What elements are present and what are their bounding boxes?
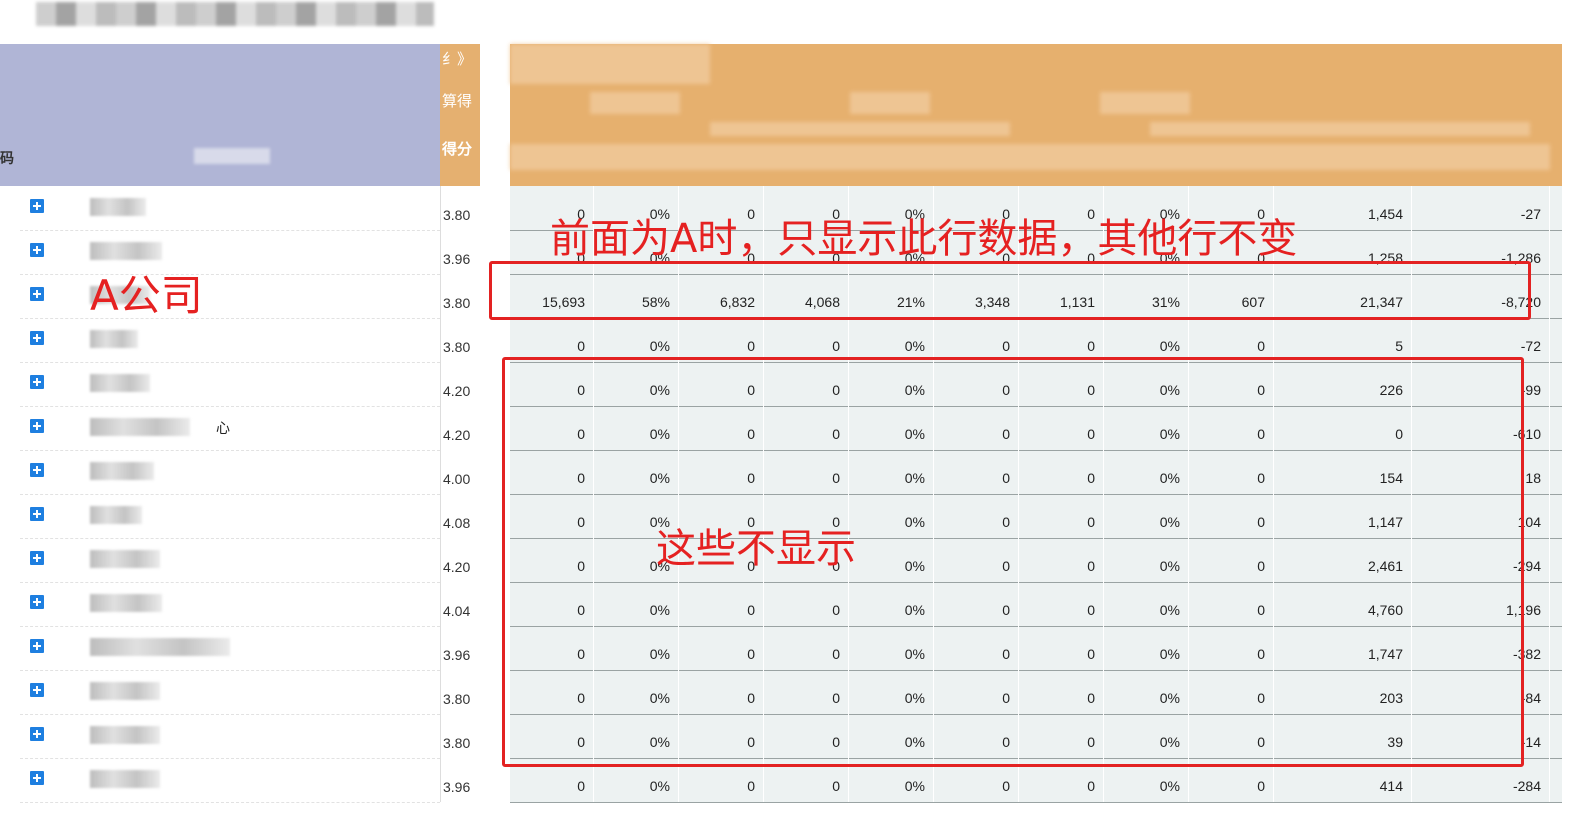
blurred-name-column-header xyxy=(194,148,270,164)
blurred-company-name xyxy=(90,506,142,524)
expand-plus-icon[interactable] xyxy=(30,331,44,345)
blurred-company-name xyxy=(90,638,230,656)
score-cell: 3.80 xyxy=(443,295,471,311)
score-cell: 3.96 xyxy=(443,647,471,663)
score-column: 3.80 3.96 3.80 3.80 4.20 4.20 4.00 4.08 4.20 4.04… xyxy=(440,186,481,802)
company-annotation: A公司 xyxy=(90,271,203,320)
company-row xyxy=(20,758,440,803)
highlight-box-company-row xyxy=(489,261,1531,320)
company-row xyxy=(20,230,440,275)
company-row: 心 xyxy=(20,406,440,451)
expand-plus-icon[interactable] xyxy=(30,551,44,565)
expand-plus-icon[interactable] xyxy=(30,375,44,389)
table-cell: 0% xyxy=(1104,318,1189,362)
company-row xyxy=(20,670,440,715)
company-row xyxy=(20,318,440,363)
score-cell: 3.80 xyxy=(443,735,471,751)
blurred-company-name xyxy=(90,550,160,568)
score-cell: 3.96 xyxy=(443,251,471,267)
blurred-company-name xyxy=(90,374,150,392)
score-cell: 4.00 xyxy=(443,471,471,487)
table-cell: 0% xyxy=(594,318,679,362)
expand-plus-icon[interactable] xyxy=(30,727,44,741)
blurred-company-name xyxy=(90,682,160,700)
company-row xyxy=(20,362,440,407)
expand-plus-icon[interactable] xyxy=(30,771,44,785)
table-cell: 0 xyxy=(1019,318,1104,362)
score-cell: 4.20 xyxy=(443,559,471,575)
company-row xyxy=(20,538,440,583)
table-cell: 0 xyxy=(764,318,849,362)
score-cell: 3.80 xyxy=(443,339,471,355)
blurred-company-name xyxy=(90,198,146,216)
expand-plus-icon[interactable] xyxy=(30,463,44,477)
score-cell: 3.80 xyxy=(443,207,471,223)
table-cell: 0 xyxy=(679,318,764,362)
blurred-page-title xyxy=(36,2,434,26)
score-cell: 4.04 xyxy=(443,603,471,619)
score-cell: 4.20 xyxy=(443,427,471,443)
table-cell: 5 xyxy=(1274,318,1412,362)
expand-plus-icon[interactable] xyxy=(30,287,44,301)
left-table-header: 码 xyxy=(0,44,440,186)
score-header-line-1: 纟》 xyxy=(442,51,473,68)
company-name-suffix: 心 xyxy=(216,420,230,436)
company-row xyxy=(20,274,440,319)
company-row xyxy=(20,494,440,539)
blurred-company-name xyxy=(90,242,162,260)
expand-plus-icon[interactable] xyxy=(30,595,44,609)
score-header-line-3: 得分 xyxy=(442,141,473,158)
top-annotation: 前面为A时，只显示此行数据，其他行不变 xyxy=(550,216,1298,262)
expand-plus-icon[interactable] xyxy=(30,419,44,433)
blurred-company-name xyxy=(90,462,154,480)
score-column-header: 纟》 算得 得分 xyxy=(440,44,480,186)
score-cell: 4.08 xyxy=(443,515,471,531)
expand-plus-icon[interactable] xyxy=(30,507,44,521)
company-row xyxy=(20,626,440,671)
table-cell: -27 xyxy=(1412,186,1550,230)
expand-plus-icon[interactable] xyxy=(30,639,44,653)
expand-plus-icon[interactable] xyxy=(30,199,44,213)
table-cell: 0 xyxy=(934,318,1019,362)
code-column-header: 码 xyxy=(0,150,14,166)
score-cell: 4.20 xyxy=(443,383,471,399)
score-cell: 3.96 xyxy=(443,779,471,795)
blurred-company-name xyxy=(90,330,138,348)
blurred-data-table-header xyxy=(510,44,1562,186)
company-row xyxy=(20,450,440,495)
blurred-company-name xyxy=(90,594,162,612)
company-row xyxy=(20,714,440,759)
table-cell: 0 xyxy=(1189,318,1274,362)
score-cell: 3.80 xyxy=(443,691,471,707)
table-cell: 0 xyxy=(510,318,594,362)
blurred-company-name xyxy=(90,418,190,436)
expand-plus-icon[interactable] xyxy=(30,243,44,257)
company-row xyxy=(20,582,440,627)
blurred-company-name xyxy=(90,770,160,788)
blurred-company-name xyxy=(90,726,160,744)
expand-plus-icon[interactable] xyxy=(30,683,44,697)
highlight-box-hidden-rows xyxy=(502,357,1524,767)
table-cell: -72 xyxy=(1412,318,1550,362)
score-header-line-2: 算得 xyxy=(442,93,473,110)
table-cell: 0% xyxy=(849,318,934,362)
company-row xyxy=(20,186,440,231)
company-list: 心 xyxy=(0,186,440,803)
